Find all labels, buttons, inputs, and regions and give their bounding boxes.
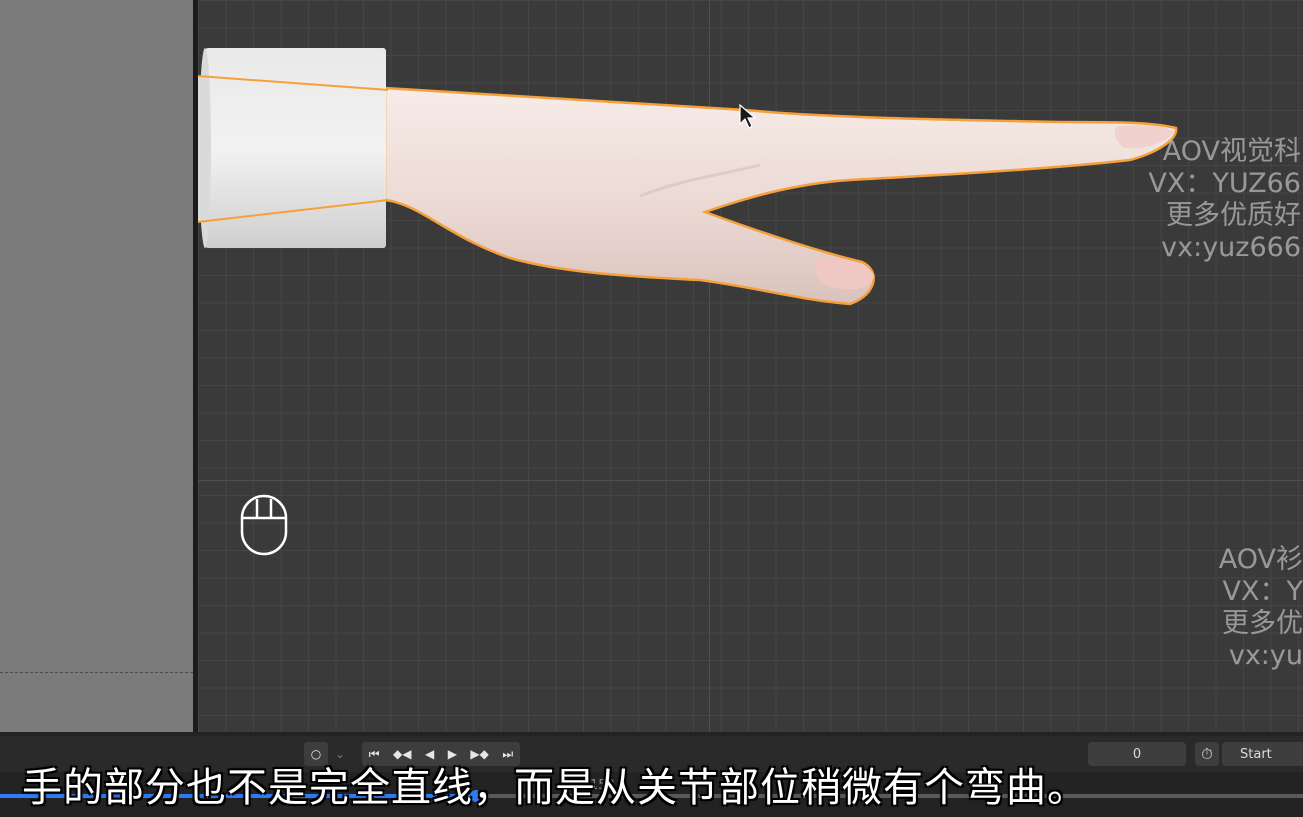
- play-icon[interactable]: ▶: [448, 747, 457, 761]
- watermark-line: vx:yuz666: [1161, 232, 1301, 263]
- watermark-line: AOV视觉科: [1162, 136, 1301, 167]
- play-reverse-icon[interactable]: ◀: [425, 747, 434, 761]
- stopwatch-button[interactable]: ⏱: [1195, 742, 1219, 766]
- watermark-bottom: AOV衫 VX：Y 更多优 vx:yu: [1219, 544, 1303, 672]
- hand-model[interactable]: [0, 0, 1303, 732]
- watermark-line: VX：YUZ66: [1148, 168, 1301, 199]
- jump-end-icon[interactable]: ⏭: [502, 747, 513, 762]
- watermark-line: AOV衫: [1218, 544, 1303, 575]
- watermark-line: 更多优: [1222, 608, 1303, 639]
- watermark-line: 更多优质好: [1166, 200, 1301, 231]
- subtitle-caption: 手的部分也不是完全直线，而是从关节部位稍微有个弯曲。: [22, 765, 1088, 811]
- mouse-cursor-icon: [739, 104, 757, 129]
- watermark-top: AOV视觉科 VX：YUZ66 更多优质好 vx:yuz666: [1148, 136, 1301, 264]
- mouse-icon: [240, 494, 288, 556]
- next-keyframe-icon[interactable]: ▶◆: [470, 747, 488, 761]
- start-frame-field[interactable]: Start: [1222, 742, 1303, 766]
- hand-mesh: [383, 86, 1178, 306]
- jump-start-icon[interactable]: ⏮: [369, 747, 380, 762]
- current-frame-field[interactable]: 0: [1088, 742, 1186, 766]
- watermark-line: vx:yu: [1228, 640, 1303, 671]
- chevron-down-icon: ⌄: [334, 747, 346, 761]
- prev-keyframe-icon[interactable]: ◆◀: [393, 747, 411, 761]
- stopwatch-icon: ⏱: [1201, 745, 1213, 763]
- watermark-line: VX：Y: [1222, 576, 1303, 607]
- circle-icon: ○: [310, 747, 322, 761]
